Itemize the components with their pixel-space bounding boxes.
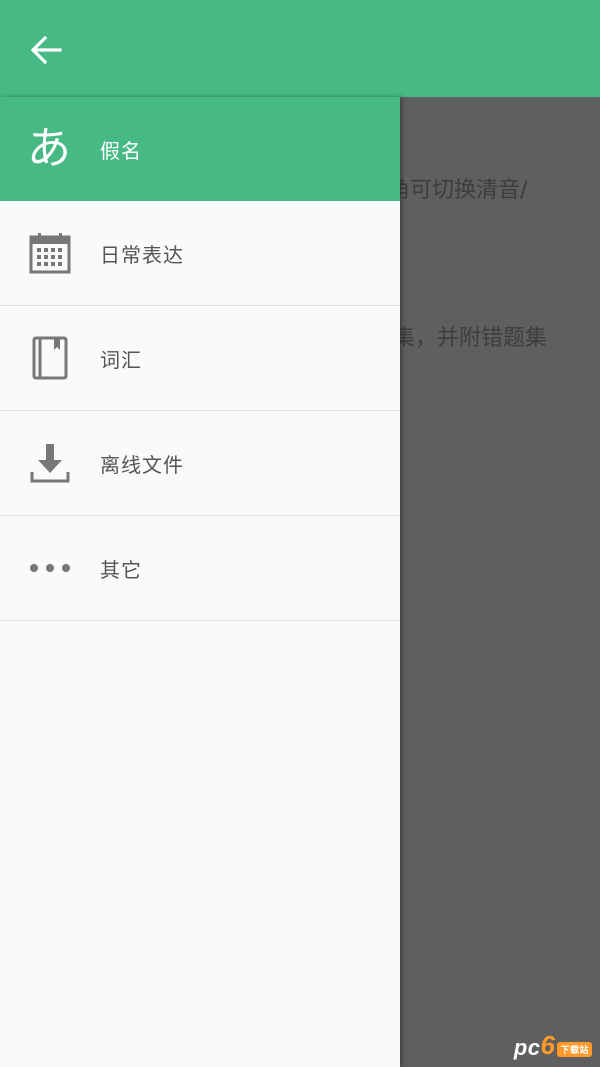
book-icon (32, 336, 68, 380)
more-horizontal-icon (30, 564, 70, 572)
drawer-item-label: 假名 (100, 138, 142, 163)
drawer-item-other[interactable]: 其它 (0, 516, 400, 621)
drawer-item-label: 词汇 (100, 347, 142, 372)
drawer-item-offline-files[interactable]: 离线文件 (0, 411, 400, 516)
hiragana-a-icon: あ (27, 123, 71, 174)
calendar-icon (29, 233, 71, 274)
drawer-item-vocabulary[interactable]: 词汇 (0, 306, 400, 411)
main-content-text: 集，并附错题集 (393, 326, 548, 351)
back-button[interactable] (24, 28, 68, 72)
download-icon (30, 444, 70, 483)
drawer-item-kana[interactable]: あ 假名 (0, 97, 400, 201)
drawer-item-label: 日常表达 (100, 242, 184, 267)
app-bar (0, 0, 600, 97)
arrow-left-icon (30, 35, 62, 65)
watermark-logo: pc 6 下载站 (514, 1030, 592, 1061)
main-content-text: 角可切换清音/ (388, 178, 528, 203)
drawer-item-label: 离线文件 (100, 452, 184, 477)
drawer-item-daily-expressions[interactable]: 日常表达 (0, 201, 400, 306)
navigation-drawer: あ 假名 日常表达 词汇 离线文件 其它 (0, 97, 400, 1067)
drawer-item-label: 其它 (100, 557, 142, 582)
